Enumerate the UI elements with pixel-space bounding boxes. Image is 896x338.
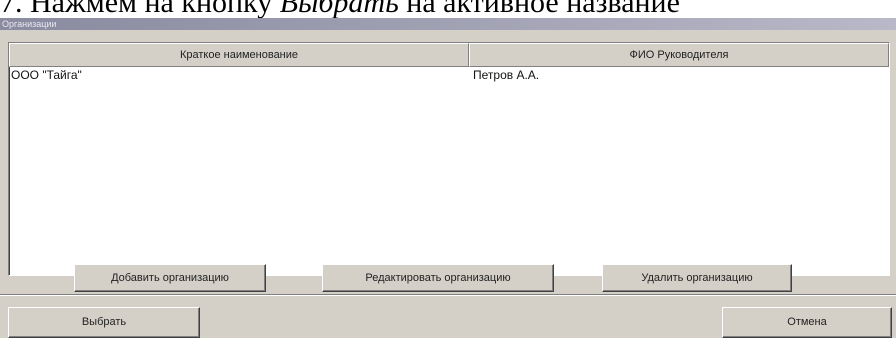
cell-director: Петров А.А. bbox=[473, 68, 540, 82]
grid-header: Краткое наименование ФИО Руководителя bbox=[9, 43, 889, 67]
cancel-button[interactable]: Отмена bbox=[722, 307, 892, 338]
organizations-window: Организации Краткое наименование ФИО Рук… bbox=[0, 18, 896, 338]
document-instruction-line: 7. Нажмем на кнопку Выбрать на активное … bbox=[0, 0, 896, 20]
add-organization-button[interactable]: Добавить организацию bbox=[74, 264, 266, 292]
organizations-grid[interactable]: Краткое наименование ФИО Руководителя ОО… bbox=[8, 42, 890, 276]
instruction-text-start: 7. Нажмем на кнопку bbox=[0, 0, 280, 19]
delete-organization-button[interactable]: Удалить организацию bbox=[602, 264, 792, 292]
edit-organization-button[interactable]: Редактировать организацию bbox=[322, 264, 554, 292]
cell-short-name: ООО "Тайга" bbox=[11, 68, 82, 82]
column-header-short-name[interactable]: Краткое наименование bbox=[9, 43, 469, 67]
instruction-text-end: на активное название bbox=[398, 0, 680, 19]
column-header-director[interactable]: ФИО Руководителя bbox=[469, 43, 889, 67]
window-title: Организации bbox=[0, 18, 896, 30]
divider bbox=[0, 294, 896, 296]
select-button[interactable]: Выбрать bbox=[8, 307, 200, 338]
instruction-text-italic: Выбрать bbox=[279, 0, 399, 19]
table-row[interactable]: ООО "Тайга" Петров А.А. bbox=[9, 67, 889, 84]
